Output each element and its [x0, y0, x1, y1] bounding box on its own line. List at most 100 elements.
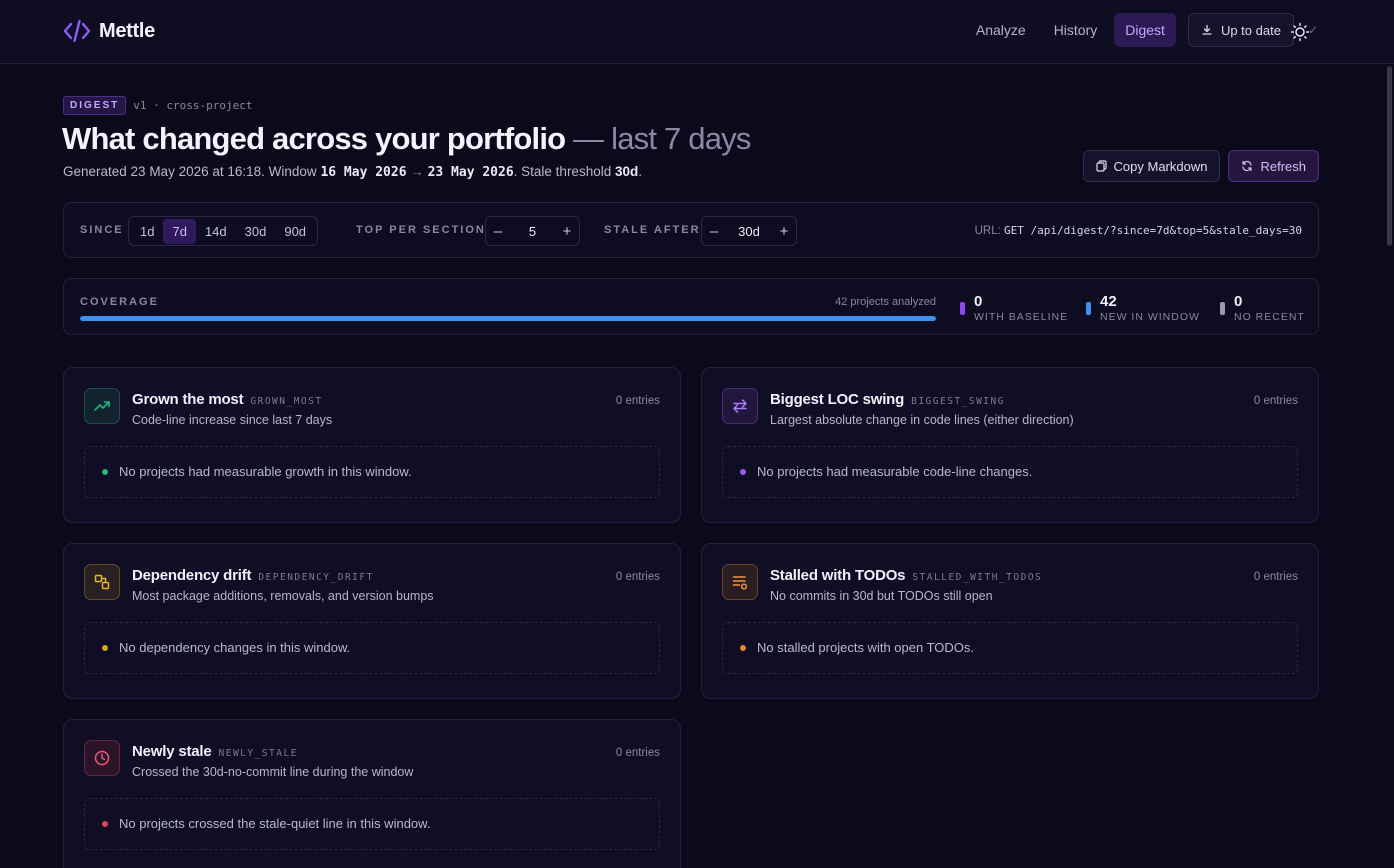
section-entry-count: 0 entries [1253, 571, 1298, 583]
stale-increment-button[interactable]: + [772, 223, 796, 240]
empty-message: No projects had measurable growth in thi… [119, 464, 412, 479]
section-empty-state: No projects had measurable code-line cha… [722, 446, 1298, 498]
empty-dot [102, 645, 108, 651]
stat-marker [960, 302, 965, 315]
update-button[interactable]: Up to date [1187, 13, 1294, 47]
top-increment-button[interactable]: + [555, 223, 579, 240]
download-icon [1202, 24, 1212, 35]
section-title-text: Biggest LOC swing [770, 391, 905, 408]
section-title: Grown the most GROWN_MOST [132, 391, 323, 408]
empty-message: No projects crossed the stale-quiet line… [119, 816, 431, 831]
nav-digest[interactable]: Digest [1114, 13, 1176, 47]
section-newly-stale: Newly stale NEWLY_STALE Crossed the 30d-n… [63, 719, 681, 868]
coverage-count: 42 projects analyzed [835, 296, 936, 308]
digest-controls: SINCE 1d 7d 14d 30d 90d TOP PER SECTION … [63, 202, 1319, 258]
stale-decrement-button[interactable]: – [702, 223, 726, 240]
section-icon-wrap [722, 564, 758, 600]
since-selector: 1d 7d 14d 30d 90d [128, 216, 319, 246]
window-start: 16 May 2026 [320, 165, 407, 180]
section-title-text: Dependency drift [132, 567, 252, 584]
stat-label: NO RECENT [1234, 311, 1305, 323]
copy-markdown-button[interactable]: Copy Markdown [1082, 150, 1221, 182]
empty-message: No dependency changes in this window. [119, 640, 351, 655]
refresh-label: Refresh [1260, 158, 1306, 174]
section-icon-wrap [84, 564, 120, 600]
section-description: Most package additions, removals, and ve… [132, 589, 434, 603]
copy-markdown-label: Copy Markdown [1113, 158, 1208, 174]
window-arrow: → [410, 164, 424, 179]
update-label: Up to date [1220, 22, 1281, 38]
page-title-suffix: — last 7 days [573, 121, 751, 156]
brand[interactable]: Mettle [63, 18, 155, 44]
stale-after-stepper: – 30d + [701, 216, 797, 246]
window-end: 23 May 2026 [427, 165, 514, 180]
stat-value: 0 [1234, 293, 1243, 310]
empty-dot [102, 821, 108, 827]
stale-prefix: . Stale threshold [513, 164, 612, 179]
empty-dot [740, 469, 746, 475]
section-icon-wrap [722, 388, 758, 424]
since-7d[interactable]: 7d [163, 218, 196, 244]
sun-icon[interactable] [1290, 22, 1310, 42]
header-actions: Copy Markdown Refresh [1082, 150, 1319, 182]
stale-suffix: . [638, 164, 643, 179]
clock-icon [94, 750, 110, 766]
section-empty-state: No dependency changes in this window. [84, 622, 660, 674]
generated-info: Generated 23 May 2026 at 16:18. Window 1… [63, 164, 642, 180]
todo-list-icon [732, 576, 748, 590]
swap-arrows-icon [733, 399, 747, 413]
version-meta: v1 · cross-project [133, 99, 253, 112]
section-entry-count: 0 entries [615, 747, 660, 759]
since-label: SINCE [80, 224, 124, 236]
nav-analyze[interactable]: Analyze [965, 13, 1037, 47]
empty-message: No stalled projects with open TODOs. [757, 640, 975, 655]
empty-message: No projects had measurable code-line cha… [757, 464, 1033, 479]
empty-dot [102, 469, 108, 475]
coverage-bar [80, 316, 936, 321]
code-brackets-icon [63, 19, 91, 43]
stat-label: NEW IN WINDOW [1100, 311, 1200, 323]
section-title-text: Newly stale [132, 743, 212, 760]
url-label: URL: [974, 225, 1001, 237]
top-value[interactable]: 5 [510, 224, 555, 239]
nav-history[interactable]: History [1043, 13, 1109, 47]
stat-marker [1086, 302, 1091, 315]
section-dependency-drift: Dependency drift DEPENDENCY_DRIFT Most pa… [63, 543, 681, 699]
copy-icon [1095, 160, 1107, 172]
coverage-label: COVERAGE [80, 296, 159, 308]
section-empty-state: No stalled projects with open TODOs. [722, 622, 1298, 674]
refresh-icon [1242, 160, 1253, 172]
page-scrollbar[interactable] [1384, 64, 1394, 868]
section-entry-count: 0 entries [615, 395, 660, 407]
url-value[interactable]: GET /api/digest/?since=7d&top=5&stale_da… [1004, 224, 1302, 237]
top-per-section-label: TOP PER SECTION [356, 224, 486, 236]
generated-prefix: Generated 23 May 2026 at 16:18. Window [63, 164, 317, 179]
refresh-button[interactable]: Refresh [1228, 150, 1319, 182]
top-per-section-stepper: – 5 + [485, 216, 580, 246]
stat-value: 0 [974, 293, 983, 310]
section-empty-state: No projects had measurable growth in thi… [84, 446, 660, 498]
stat-label: WITH BASELINE [974, 311, 1069, 323]
since-1d[interactable]: 1d [131, 219, 163, 244]
section-biggest-swing: Biggest LOC swing BIGGEST_SWING Largest a… [701, 367, 1319, 523]
section-code: GROWN_MOST [250, 396, 323, 407]
since-30d[interactable]: 30d [236, 219, 276, 244]
trend-up-icon [94, 401, 110, 411]
section-icon-wrap [84, 740, 120, 776]
stale-value[interactable]: 30d [726, 224, 772, 239]
section-title: Stalled with TODOs STALLED_WITH_TODOS [770, 567, 1042, 584]
top-decrement-button[interactable]: – [486, 223, 510, 240]
since-90d[interactable]: 90d [275, 219, 315, 244]
scrollbar-thumb[interactable] [1387, 66, 1392, 246]
empty-dot [740, 645, 746, 651]
since-14d[interactable]: 14d [196, 219, 236, 244]
packages-icon [94, 574, 110, 590]
section-title-text: Stalled with TODOs [770, 567, 906, 584]
api-url: URL: GET /api/digest/?since=7d&top=5&sta… [975, 224, 1302, 237]
section-stalled-todos: Stalled with TODOs STALLED_WITH_TODOS No … [701, 543, 1319, 699]
section-grown-most: Grown the most GROWN_MOST Code-line incre… [63, 367, 681, 523]
section-description: No commits in 30d but TODOs still open [770, 589, 993, 603]
section-description: Code-line increase since last 7 days [132, 413, 333, 427]
section-code: BIGGEST_SWING [911, 396, 1005, 407]
page-tag-row: DIGEST v1 · cross-project [63, 96, 252, 115]
